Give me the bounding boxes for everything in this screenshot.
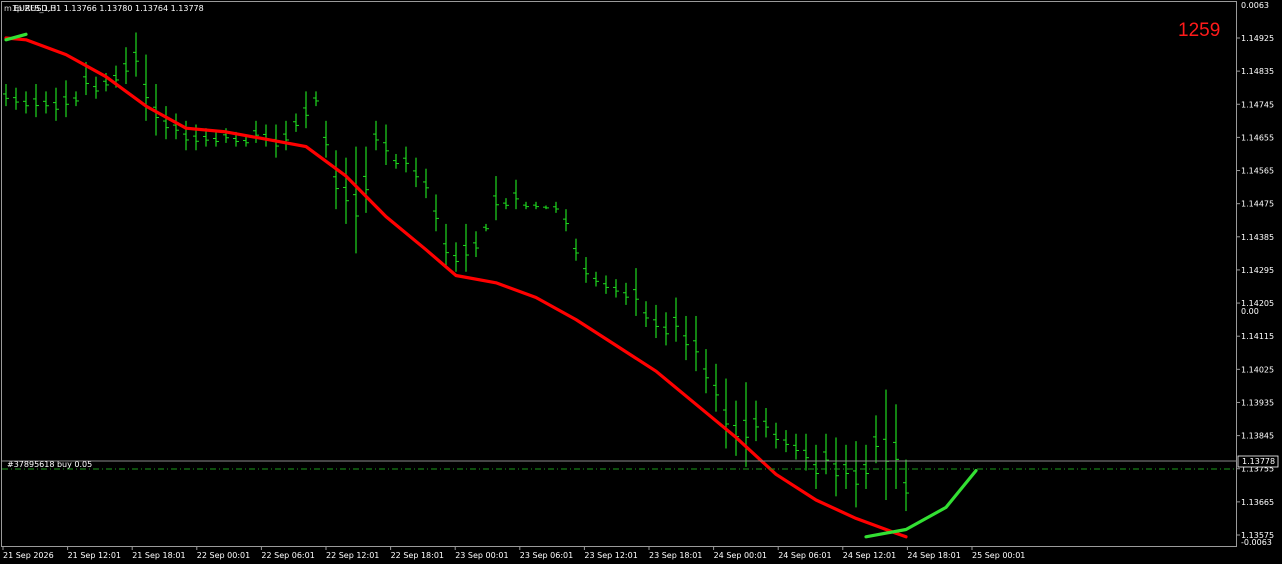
price-tick-label: 1.14655 bbox=[1241, 133, 1274, 142]
current-price-label: 1.13778 bbox=[1242, 457, 1275, 466]
price-tick-label: 1.14925 bbox=[1241, 34, 1274, 43]
current-price-marker: 1.13778 bbox=[1237, 455, 1279, 468]
time-tick-label: 22 Sep 12:01 bbox=[326, 551, 379, 560]
price-tick-label: 1.14025 bbox=[1241, 365, 1274, 374]
price-chart[interactable]: #37895618 buy 0.05 m1p ZFS_1.3 EURUSD,H1… bbox=[0, 0, 1282, 564]
price-tick-label: 1.13935 bbox=[1241, 398, 1274, 407]
time-tick-label: 23 Sep 12:01 bbox=[584, 551, 637, 560]
time-tick-label: 24 Sep 12:01 bbox=[843, 551, 896, 560]
price-tick-label: 1.14745 bbox=[1241, 100, 1274, 109]
price-tick-label: 1.14295 bbox=[1241, 266, 1274, 275]
price-tick-label: 1.14385 bbox=[1241, 233, 1274, 242]
chart-background bbox=[0, 0, 1282, 564]
time-tick-label: 21 Sep 18:01 bbox=[132, 551, 185, 560]
time-tick-label: 25 Sep 00:01 bbox=[972, 551, 1025, 560]
time-tick-label: 22 Sep 18:01 bbox=[391, 551, 444, 560]
time-tick-label: 24 Sep 00:01 bbox=[714, 551, 767, 560]
time-tick-label: 24 Sep 06:01 bbox=[778, 551, 831, 560]
chart-header-symbol: EURUSD,H1 1.13766 1.13780 1.13764 1.1377… bbox=[14, 4, 204, 13]
time-tick-label: 21 Sep 2026 bbox=[3, 551, 54, 560]
time-tick-label: 23 Sep 06:01 bbox=[520, 551, 573, 560]
time-tick-label: 23 Sep 18:01 bbox=[649, 551, 702, 560]
price-tick-label: 1.14475 bbox=[1241, 200, 1274, 209]
price-tick-label: 1.13845 bbox=[1241, 432, 1274, 441]
price-tick-label: 1.14835 bbox=[1241, 67, 1274, 76]
indicator-tick-label: -0.0063 bbox=[1241, 538, 1272, 547]
time-tick-label: 24 Sep 18:01 bbox=[907, 551, 960, 560]
time-tick-label: 22 Sep 06:01 bbox=[261, 551, 314, 560]
price-tick-label: 1.13665 bbox=[1241, 498, 1274, 507]
order-line-label: #37895618 buy 0.05 bbox=[7, 460, 92, 469]
time-tick-label: 23 Sep 00:01 bbox=[455, 551, 508, 560]
price-tick-label: 1.14115 bbox=[1241, 332, 1274, 341]
time-tick-label: 22 Sep 00:01 bbox=[197, 551, 250, 560]
time-tick-label: 21 Sep 12:01 bbox=[68, 551, 121, 560]
price-tick-label: 1.14565 bbox=[1241, 167, 1274, 176]
indicator-tick-label: 0.00 bbox=[1241, 307, 1259, 316]
bar-counter: 1259 bbox=[1178, 20, 1220, 41]
indicator-tick-label: 0.0063 bbox=[1241, 1, 1269, 10]
